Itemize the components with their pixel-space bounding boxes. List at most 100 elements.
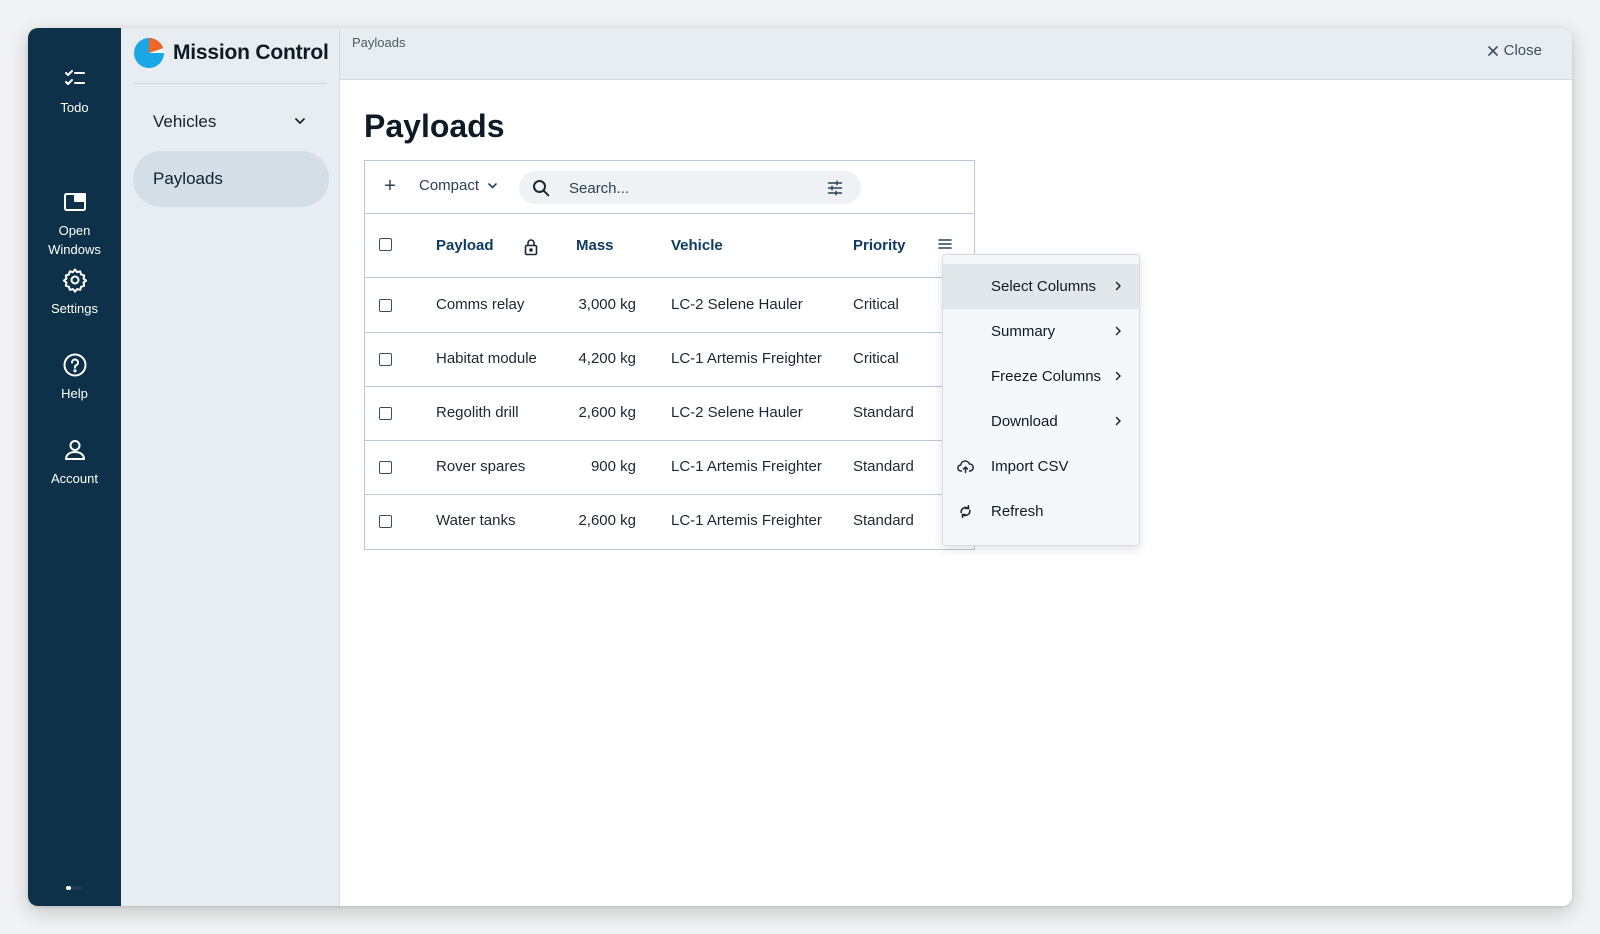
cell-vehicle: LC-2 Selene Hauler	[671, 296, 803, 313]
rail-item-account[interactable]: Account	[28, 437, 121, 488]
subnav-item-payloads[interactable]: Payloads	[133, 151, 329, 207]
cell-vehicle: LC-1 Artemis Freighter	[671, 458, 822, 475]
close-button[interactable]: Close	[1487, 42, 1542, 59]
add-row-button[interactable]: +	[377, 173, 403, 199]
chevron-right-icon	[1115, 281, 1121, 291]
cloud-upload-icon	[957, 460, 974, 474]
chevron-right-icon	[1115, 371, 1121, 381]
cell-vehicle: LC-2 Selene Hauler	[671, 404, 803, 421]
checklist-icon	[62, 66, 88, 92]
column-header-payload[interactable]: Payload	[436, 237, 494, 254]
column-header-priority[interactable]: Priority	[853, 237, 906, 254]
lock-icon	[524, 239, 538, 256]
cell-priority: Critical	[853, 296, 899, 313]
cell-payload: Water tanks	[436, 512, 516, 529]
cell-vehicle: LC-1 Artemis Freighter	[671, 512, 822, 529]
menu-label-summary: Summary	[991, 323, 1056, 340]
table-header: Payload Mass Vehicle Priority	[365, 213, 974, 278]
rail-label-help: Help	[61, 386, 88, 401]
menu-item-select-columns[interactable]: Select Columns	[943, 264, 1139, 309]
top-bar: Payloads Close	[340, 28, 1572, 80]
table-row[interactable]: Regolith drill 2,600 kg LC-2 Selene Haul…	[365, 386, 974, 441]
cell-mass: 4,200 kg	[578, 350, 636, 367]
filter-settings-icon[interactable]	[827, 180, 843, 196]
rail-label-account: Account	[51, 471, 98, 486]
chevron-right-icon	[1115, 416, 1121, 426]
cell-payload: Rover spares	[436, 458, 526, 475]
cell-mass: 2,600 kg	[578, 404, 636, 421]
search-input[interactable]	[567, 176, 811, 201]
cell-payload: Regolith drill	[436, 404, 519, 421]
cell-payload: Habitat module	[436, 350, 537, 367]
rail-label-todo: Todo	[60, 100, 89, 115]
cell-mass: 3,000 kg	[578, 296, 636, 313]
table-toolbar: + Compact	[365, 161, 974, 214]
brand-logo-icon	[134, 38, 164, 68]
subnav-label-vehicles: Vehicles	[153, 112, 217, 131]
column-menu: Select Columns Summary Freeze Columns Do…	[942, 254, 1140, 546]
table-row[interactable]: Water tanks 2,600 kg LC-1 Artemis Freigh…	[365, 494, 974, 548]
chevron-right-icon	[1115, 326, 1121, 336]
secondary-nav: Mission Control Vehicles Payloads	[121, 28, 340, 906]
cell-priority: Standard	[853, 512, 914, 529]
menu-item-summary[interactable]: Summary	[943, 309, 1139, 354]
table-row[interactable]: Rover spares 900 kg LC-1 Artemis Freight…	[365, 440, 974, 495]
window-icon	[62, 170, 88, 211]
table-row[interactable]: Comms relay 3,000 kg LC-2 Selene Hauler …	[365, 278, 974, 333]
menu-label-select-columns: Select Columns	[991, 278, 1097, 295]
rail-resize-handle[interactable]	[66, 886, 82, 890]
select-all-checkbox[interactable]	[379, 238, 392, 251]
user-icon	[62, 437, 88, 463]
rail-item-help[interactable]: Help	[28, 352, 121, 403]
payloads-table: + Compact Search... Payload Mass Vehicle…	[364, 160, 975, 550]
menu-item-download[interactable]: Download	[943, 399, 1139, 444]
help-circle-icon	[62, 352, 88, 378]
row-checkbox[interactable]	[379, 353, 392, 366]
app-window: Todo Open Windows Settings Help Account …	[28, 28, 1572, 906]
column-menu-icon[interactable]	[937, 237, 953, 251]
menu-label-import-csv: Import CSV	[991, 458, 1069, 475]
column-header-mass[interactable]: Mass	[576, 237, 614, 254]
menu-item-refresh[interactable]: Refresh	[943, 489, 1139, 534]
plus-icon: +	[384, 174, 396, 197]
rail-label-settings: Settings	[51, 301, 98, 316]
table-row[interactable]: Habitat module 4,200 kg LC-1 Artemis Fre…	[365, 332, 974, 387]
menu-label-freeze-columns: Freeze Columns	[991, 368, 1102, 385]
brand: Mission Control	[133, 36, 329, 70]
rail-item-settings[interactable]: Settings	[28, 267, 121, 318]
page-title: Payloads	[364, 108, 505, 144]
close-label: Close	[1503, 42, 1542, 59]
cell-priority: Standard	[853, 404, 914, 421]
menu-label-refresh: Refresh	[991, 503, 1044, 520]
search-box	[519, 171, 861, 204]
brand-name: Mission Control	[173, 41, 329, 64]
chevron-down-icon	[295, 118, 305, 124]
close-icon	[1487, 45, 1498, 56]
cell-payload: Comms relay	[436, 296, 525, 313]
subnav-item-vehicles[interactable]: Vehicles	[133, 94, 329, 150]
app-rail: Todo Open Windows Settings Help Account	[28, 28, 121, 906]
menu-item-import-csv[interactable]: Import CSV	[943, 444, 1139, 489]
rail-label-open-windows: Open Windows	[48, 223, 101, 257]
row-checkbox[interactable]	[379, 299, 392, 312]
rail-item-open-windows[interactable]: Open Windows	[28, 151, 121, 259]
cell-mass: 2,600 kg	[578, 512, 636, 529]
refresh-icon	[960, 505, 971, 518]
menu-label-download: Download	[991, 413, 1058, 430]
breadcrumb[interactable]: Payloads	[352, 35, 405, 50]
column-header-vehicle[interactable]: Vehicle	[671, 237, 723, 254]
rail-item-todo[interactable]: Todo	[28, 66, 121, 117]
divider	[133, 83, 327, 84]
menu-item-freeze-columns[interactable]: Freeze Columns	[943, 354, 1139, 399]
cell-priority: Critical	[853, 350, 899, 367]
chevron-down-icon	[488, 183, 497, 189]
cell-vehicle: LC-1 Artemis Freighter	[671, 350, 822, 367]
cell-mass: 900 kg	[590, 458, 636, 475]
cell-priority: Standard	[853, 458, 914, 475]
gear-icon	[62, 267, 88, 293]
row-checkbox[interactable]	[379, 407, 392, 420]
row-checkbox[interactable]	[379, 515, 392, 528]
row-checkbox[interactable]	[379, 461, 392, 474]
subnav-label-payloads: Payloads	[153, 169, 223, 188]
density-select[interactable]: Compact	[419, 177, 498, 194]
